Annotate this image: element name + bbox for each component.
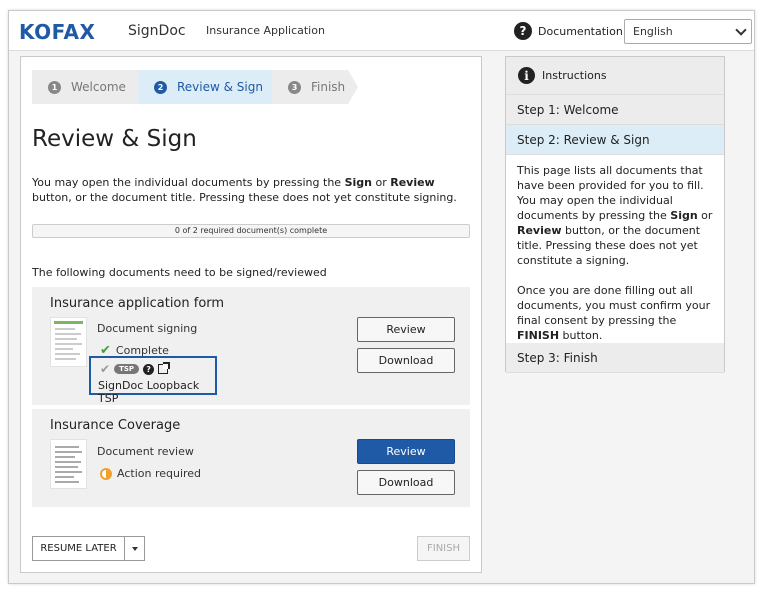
intro-text: You may open the individual documents by…: [32, 176, 457, 204]
external-link-icon[interactable]: [158, 362, 171, 374]
check-icon: ✔: [100, 362, 111, 376]
document-title[interactable]: Insurance Coverage: [50, 418, 180, 433]
caret-down-icon: [131, 546, 138, 551]
resume-options-toggle[interactable]: [125, 536, 145, 561]
tsp-info-box: ✔ TSP ? SignDoc Loopback TSP: [89, 356, 217, 405]
progress-text: 0 of 2 required document(s) complete: [174, 226, 328, 235]
instructions-paragraph: This page lists all documents that have …: [517, 164, 713, 267]
tsp-row: ✔ TSP ?: [100, 362, 171, 376]
review-button[interactable]: Review: [357, 317, 455, 342]
documentation-link[interactable]: ? Documentation: [514, 22, 623, 40]
help-icon[interactable]: ?: [143, 363, 155, 375]
step-label: Review & Sign: [177, 80, 263, 94]
finish-button[interactable]: FINISH: [417, 536, 470, 561]
document-type: Document review: [97, 445, 194, 458]
instructions-body: This page lists all documents that have …: [506, 155, 724, 343]
chevron-down-icon: [735, 24, 747, 36]
instruction-step-welcome[interactable]: Step 1: Welcome: [506, 95, 724, 125]
document-title[interactable]: Insurance application form: [50, 296, 224, 311]
completion-progress-bar: 0 of 2 required document(s) complete: [32, 224, 470, 238]
status-text: Action required: [117, 467, 202, 480]
step-finish[interactable]: 3 Finish: [272, 70, 348, 104]
step-welcome[interactable]: 1 Welcome: [32, 70, 138, 104]
step-number-badge: 1: [48, 80, 61, 94]
tsp-badge: TSP: [114, 364, 140, 374]
instructions-heading: Instructions: [542, 69, 607, 82]
document-status: Action required: [100, 467, 201, 480]
info-icon: i: [518, 67, 535, 84]
resume-later-button[interactable]: RESUME LATER: [32, 536, 125, 561]
main-panel: 1 Welcome 2 Review & Sign 3 Finish Revie…: [20, 56, 482, 573]
document-card: Insurance Coverage Document review Actio…: [32, 409, 470, 507]
document-type: Document signing: [97, 322, 198, 335]
download-button[interactable]: Download: [357, 348, 455, 373]
documentation-label: Documentation: [538, 24, 623, 38]
documents-heading: The following documents need to be signe…: [32, 266, 327, 279]
product-name: SignDoc: [128, 23, 186, 39]
language-select[interactable]: English: [624, 19, 752, 44]
step-label: Welcome: [71, 80, 126, 94]
document-thumbnail[interactable]: [50, 317, 87, 367]
step-review-sign[interactable]: 2 Review & Sign: [138, 70, 272, 104]
kofax-logo: KOFAX: [19, 20, 96, 44]
help-icon: ?: [514, 22, 532, 40]
top-header: KOFAX SignDoc Insurance Application ? Do…: [9, 11, 754, 51]
app-title: Insurance Application: [206, 24, 325, 37]
step-label: Finish: [311, 80, 346, 94]
download-button[interactable]: Download: [357, 470, 455, 495]
step-arrow: [348, 70, 358, 104]
page-title: Review & Sign: [32, 126, 197, 152]
review-button[interactable]: Review: [357, 439, 455, 464]
document-card: Insurance application form Document sign…: [32, 287, 470, 405]
resume-later-group: RESUME LATER: [32, 536, 145, 561]
tsp-name: SignDoc Loopback TSP: [98, 379, 200, 405]
language-value: English: [633, 25, 673, 38]
instruction-step-review-sign[interactable]: Step 2: Review & Sign: [506, 125, 724, 155]
instructions-panel: i Instructions Step 1: Welcome Step 2: R…: [505, 56, 725, 373]
pending-icon: [100, 467, 112, 480]
step-number-badge: 2: [154, 80, 167, 94]
step-number-badge: 3: [288, 80, 301, 94]
instruction-step-finish[interactable]: Step 3: Finish: [506, 343, 724, 373]
instructions-paragraph: Once you are done filling out all docume…: [517, 284, 711, 342]
document-thumbnail[interactable]: [50, 439, 87, 489]
step-progress: 1 Welcome 2 Review & Sign 3 Finish: [32, 70, 358, 104]
instructions-header: i Instructions: [506, 57, 724, 95]
